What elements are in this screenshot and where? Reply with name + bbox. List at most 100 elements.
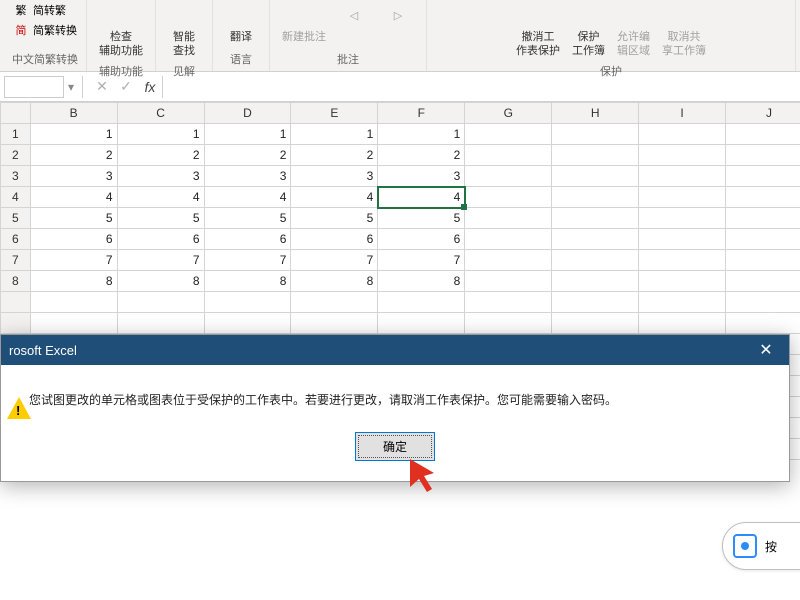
cell[interactable]: 2: [291, 145, 378, 166]
cell[interactable]: [639, 208, 726, 229]
row-header[interactable]: 2: [1, 145, 31, 166]
cell[interactable]: 6: [117, 229, 204, 250]
cell[interactable]: 8: [30, 271, 117, 292]
cell[interactable]: [552, 124, 639, 145]
cell[interactable]: 2: [30, 145, 117, 166]
cell[interactable]: [117, 313, 204, 334]
cell[interactable]: 3: [30, 166, 117, 187]
row-header[interactable]: 3: [1, 166, 31, 187]
row-header[interactable]: 5: [1, 208, 31, 229]
cell[interactable]: 2: [378, 145, 465, 166]
row-header[interactable]: [1, 313, 31, 334]
cell[interactable]: [552, 208, 639, 229]
cell[interactable]: [639, 292, 726, 313]
cell[interactable]: [465, 187, 552, 208]
cell[interactable]: [552, 145, 639, 166]
column-header[interactable]: B: [30, 103, 117, 124]
cell[interactable]: [726, 187, 800, 208]
translate-button[interactable]: 翻译: [221, 2, 261, 46]
cell[interactable]: [639, 313, 726, 334]
cell[interactable]: [639, 187, 726, 208]
cell[interactable]: [465, 229, 552, 250]
allow-edit-ranges-button[interactable]: 允许编 辑区域: [613, 2, 654, 61]
cell[interactable]: 5: [291, 208, 378, 229]
cell[interactable]: [726, 271, 800, 292]
comment-prev-button[interactable]: ◁: [334, 2, 374, 32]
cell[interactable]: 6: [204, 229, 291, 250]
cell[interactable]: 4: [117, 187, 204, 208]
cell[interactable]: 6: [378, 229, 465, 250]
cell[interactable]: [204, 292, 291, 313]
cell[interactable]: 4: [291, 187, 378, 208]
cell[interactable]: [465, 124, 552, 145]
cell[interactable]: 5: [204, 208, 291, 229]
cell[interactable]: 7: [204, 250, 291, 271]
cell[interactable]: 2: [204, 145, 291, 166]
select-all-corner[interactable]: [1, 103, 31, 124]
cell[interactable]: [465, 166, 552, 187]
cell[interactable]: [726, 292, 800, 313]
ok-button[interactable]: 确定: [355, 432, 435, 461]
cell[interactable]: [552, 187, 639, 208]
cell[interactable]: [30, 292, 117, 313]
dialog-close-button[interactable]: ✕: [743, 335, 789, 365]
column-header[interactable]: C: [117, 103, 204, 124]
cell[interactable]: [552, 229, 639, 250]
column-header[interactable]: E: [291, 103, 378, 124]
cell[interactable]: [465, 145, 552, 166]
column-header[interactable]: I: [639, 103, 726, 124]
enter-formula-icon[interactable]: ✓: [114, 78, 138, 95]
row-header[interactable]: 7: [1, 250, 31, 271]
cell[interactable]: 8: [117, 271, 204, 292]
row-header[interactable]: [1, 292, 31, 313]
cell[interactable]: [552, 292, 639, 313]
cell[interactable]: [639, 166, 726, 187]
cell[interactable]: [378, 292, 465, 313]
cell[interactable]: 8: [378, 271, 465, 292]
cell[interactable]: 7: [378, 250, 465, 271]
cell[interactable]: 7: [30, 250, 117, 271]
cell[interactable]: 3: [117, 166, 204, 187]
cn-convert-button[interactable]: 简 简繁转换: [13, 22, 77, 38]
cell[interactable]: 3: [378, 166, 465, 187]
row-header[interactable]: 8: [1, 271, 31, 292]
cell[interactable]: 3: [291, 166, 378, 187]
cell[interactable]: [552, 313, 639, 334]
cell[interactable]: [30, 313, 117, 334]
cell[interactable]: 2: [117, 145, 204, 166]
unprotect-sheet-button[interactable]: 撤消工 作表保护: [512, 2, 564, 61]
cell[interactable]: 1: [117, 124, 204, 145]
cell[interactable]: [726, 250, 800, 271]
cell[interactable]: 7: [291, 250, 378, 271]
smart-lookup-button[interactable]: 智能 查找: [164, 2, 204, 61]
cell[interactable]: [552, 250, 639, 271]
cell[interactable]: [552, 166, 639, 187]
cell[interactable]: [639, 229, 726, 250]
row-header[interactable]: 6: [1, 229, 31, 250]
comment-next-button[interactable]: ▷: [378, 2, 418, 32]
cancel-formula-icon[interactable]: ✕: [90, 78, 114, 95]
cell[interactable]: 7: [117, 250, 204, 271]
cell[interactable]: [465, 250, 552, 271]
column-header[interactable]: G: [465, 103, 552, 124]
cell[interactable]: [726, 229, 800, 250]
column-header[interactable]: J: [726, 103, 800, 124]
cell[interactable]: [291, 313, 378, 334]
cell[interactable]: 4: [30, 187, 117, 208]
cell[interactable]: 4: [204, 187, 291, 208]
protect-workbook-button[interactable]: 保护 工作簿: [568, 2, 609, 61]
cell[interactable]: 1: [204, 124, 291, 145]
row-header[interactable]: 1: [1, 124, 31, 145]
cell[interactable]: 8: [291, 271, 378, 292]
unshare-workbook-button[interactable]: 取消共 享工作簿: [658, 2, 710, 61]
cell[interactable]: 5: [378, 208, 465, 229]
cell[interactable]: [639, 145, 726, 166]
cell[interactable]: [639, 250, 726, 271]
check-accessibility-button[interactable]: 检查 辅助功能: [95, 2, 147, 61]
cell[interactable]: 1: [291, 124, 378, 145]
cell[interactable]: [204, 313, 291, 334]
cell[interactable]: [726, 145, 800, 166]
column-header[interactable]: F: [378, 103, 465, 124]
cell[interactable]: [465, 208, 552, 229]
floating-assist-button[interactable]: 按: [722, 522, 800, 570]
